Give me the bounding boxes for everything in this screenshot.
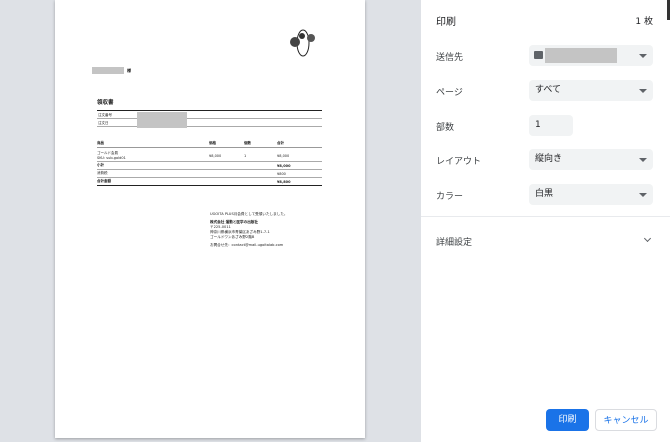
color-value: 白黒 (535, 189, 554, 199)
layout-value: 縦向き (535, 154, 563, 164)
layout-label: レイアウト (436, 157, 482, 167)
header-price: 価格 (209, 141, 216, 145)
copies-input[interactable]: 1 (529, 115, 573, 136)
copies-value: 1 (535, 120, 541, 130)
item-sku: SKU: sub-gold01 (97, 156, 126, 160)
sheet-count: 1 枚 (635, 17, 653, 27)
order-number-label: 注文番号 (97, 111, 322, 119)
item-price: ¥8,000 (209, 153, 222, 158)
dropdown-arrow-icon (639, 193, 647, 197)
print-settings-panel: 印刷 1 枚 送信先 ページ すべて 部数 1 レイアウト 縦向き カラー 白黒… (421, 0, 670, 442)
dropdown-arrow-icon (639, 54, 647, 58)
order-info-redacted (137, 112, 187, 128)
footer-note: UGOITA PLUS月会費として受領いたしました。 (210, 212, 288, 216)
subtotal-row: 小計 ¥8,000 (97, 162, 322, 170)
divider (421, 216, 670, 217)
order-info: 注文番号 注文日 (97, 110, 322, 128)
item-qty: 1 (244, 153, 247, 158)
pages-value: すべて (535, 85, 562, 95)
table-row: ゴールド会員 SKU: sub-gold01 ¥8,000 1 ¥8,000 (97, 148, 322, 162)
destination-select[interactable] (529, 45, 653, 66)
panel-title: 印刷 (436, 17, 456, 28)
recipient-name-redacted (92, 67, 124, 74)
color-select[interactable]: 白黒 (529, 184, 653, 205)
pages-select[interactable]: すべて (529, 80, 653, 101)
color-label: カラー (436, 192, 464, 202)
print-preview-area: 様 領収書 注文番号 注文日 商品 価格 個数 合計 ゴールド会員 SKU: sub-g… (0, 0, 420, 442)
layout-select[interactable]: 縦向き (529, 149, 653, 170)
more-settings-toggle[interactable]: 詳細設定 (421, 228, 670, 252)
preview-page: 様 領収書 注文番号 注文日 商品 価格 個数 合計 ゴールド会員 SKU: sub-g… (55, 0, 365, 438)
items-table: 商品 価格 個数 合計 ゴールド会員 SKU: sub-gold01 ¥8,000 1 ¥8,… (97, 140, 322, 186)
dropdown-arrow-icon (639, 158, 647, 162)
tax-value: ¥800 (277, 171, 286, 176)
honorific: 様 (127, 68, 131, 73)
pages-label: ページ (436, 88, 463, 98)
copies-label: 部数 (436, 123, 455, 133)
dropdown-arrow-icon (639, 89, 647, 93)
more-settings-label: 詳細設定 (436, 238, 473, 248)
order-date-label: 注文日 (97, 119, 322, 127)
subtotal-label: 小計 (97, 163, 104, 167)
grand-total-row: 合計金額 ¥8,800 (97, 178, 322, 186)
cancel-button[interactable]: キャンセル (595, 409, 657, 431)
grand-total-label: 合計金額 (97, 179, 111, 183)
printer-name-redacted (545, 48, 617, 63)
company-logo (290, 29, 315, 57)
header-total: 合計 (277, 141, 284, 145)
destination-label: 送信先 (436, 53, 464, 63)
receipt-title: 領収書 (97, 100, 114, 106)
subtotal-value: ¥8,000 (277, 163, 291, 168)
contact: お問合せ先：contact@mail-ugoitalab.com (210, 243, 284, 247)
header-product: 商品 (97, 141, 104, 145)
receipt-footer: UGOITA PLUS月会費として受領いたしました。 株式会社 運動と医学の出版… (210, 212, 288, 248)
tax-label: 消費税 (97, 171, 108, 175)
header-qty: 個数 (244, 141, 251, 145)
grand-total-value: ¥8,800 (277, 179, 291, 184)
item-total: ¥8,000 (277, 153, 290, 158)
table-header: 商品 価格 個数 合計 (97, 140, 322, 148)
print-button[interactable]: 印刷 (546, 409, 589, 431)
tax-row: 消費税 ¥800 (97, 170, 322, 178)
printer-icon (534, 51, 543, 59)
chevron-down-icon (643, 234, 652, 243)
